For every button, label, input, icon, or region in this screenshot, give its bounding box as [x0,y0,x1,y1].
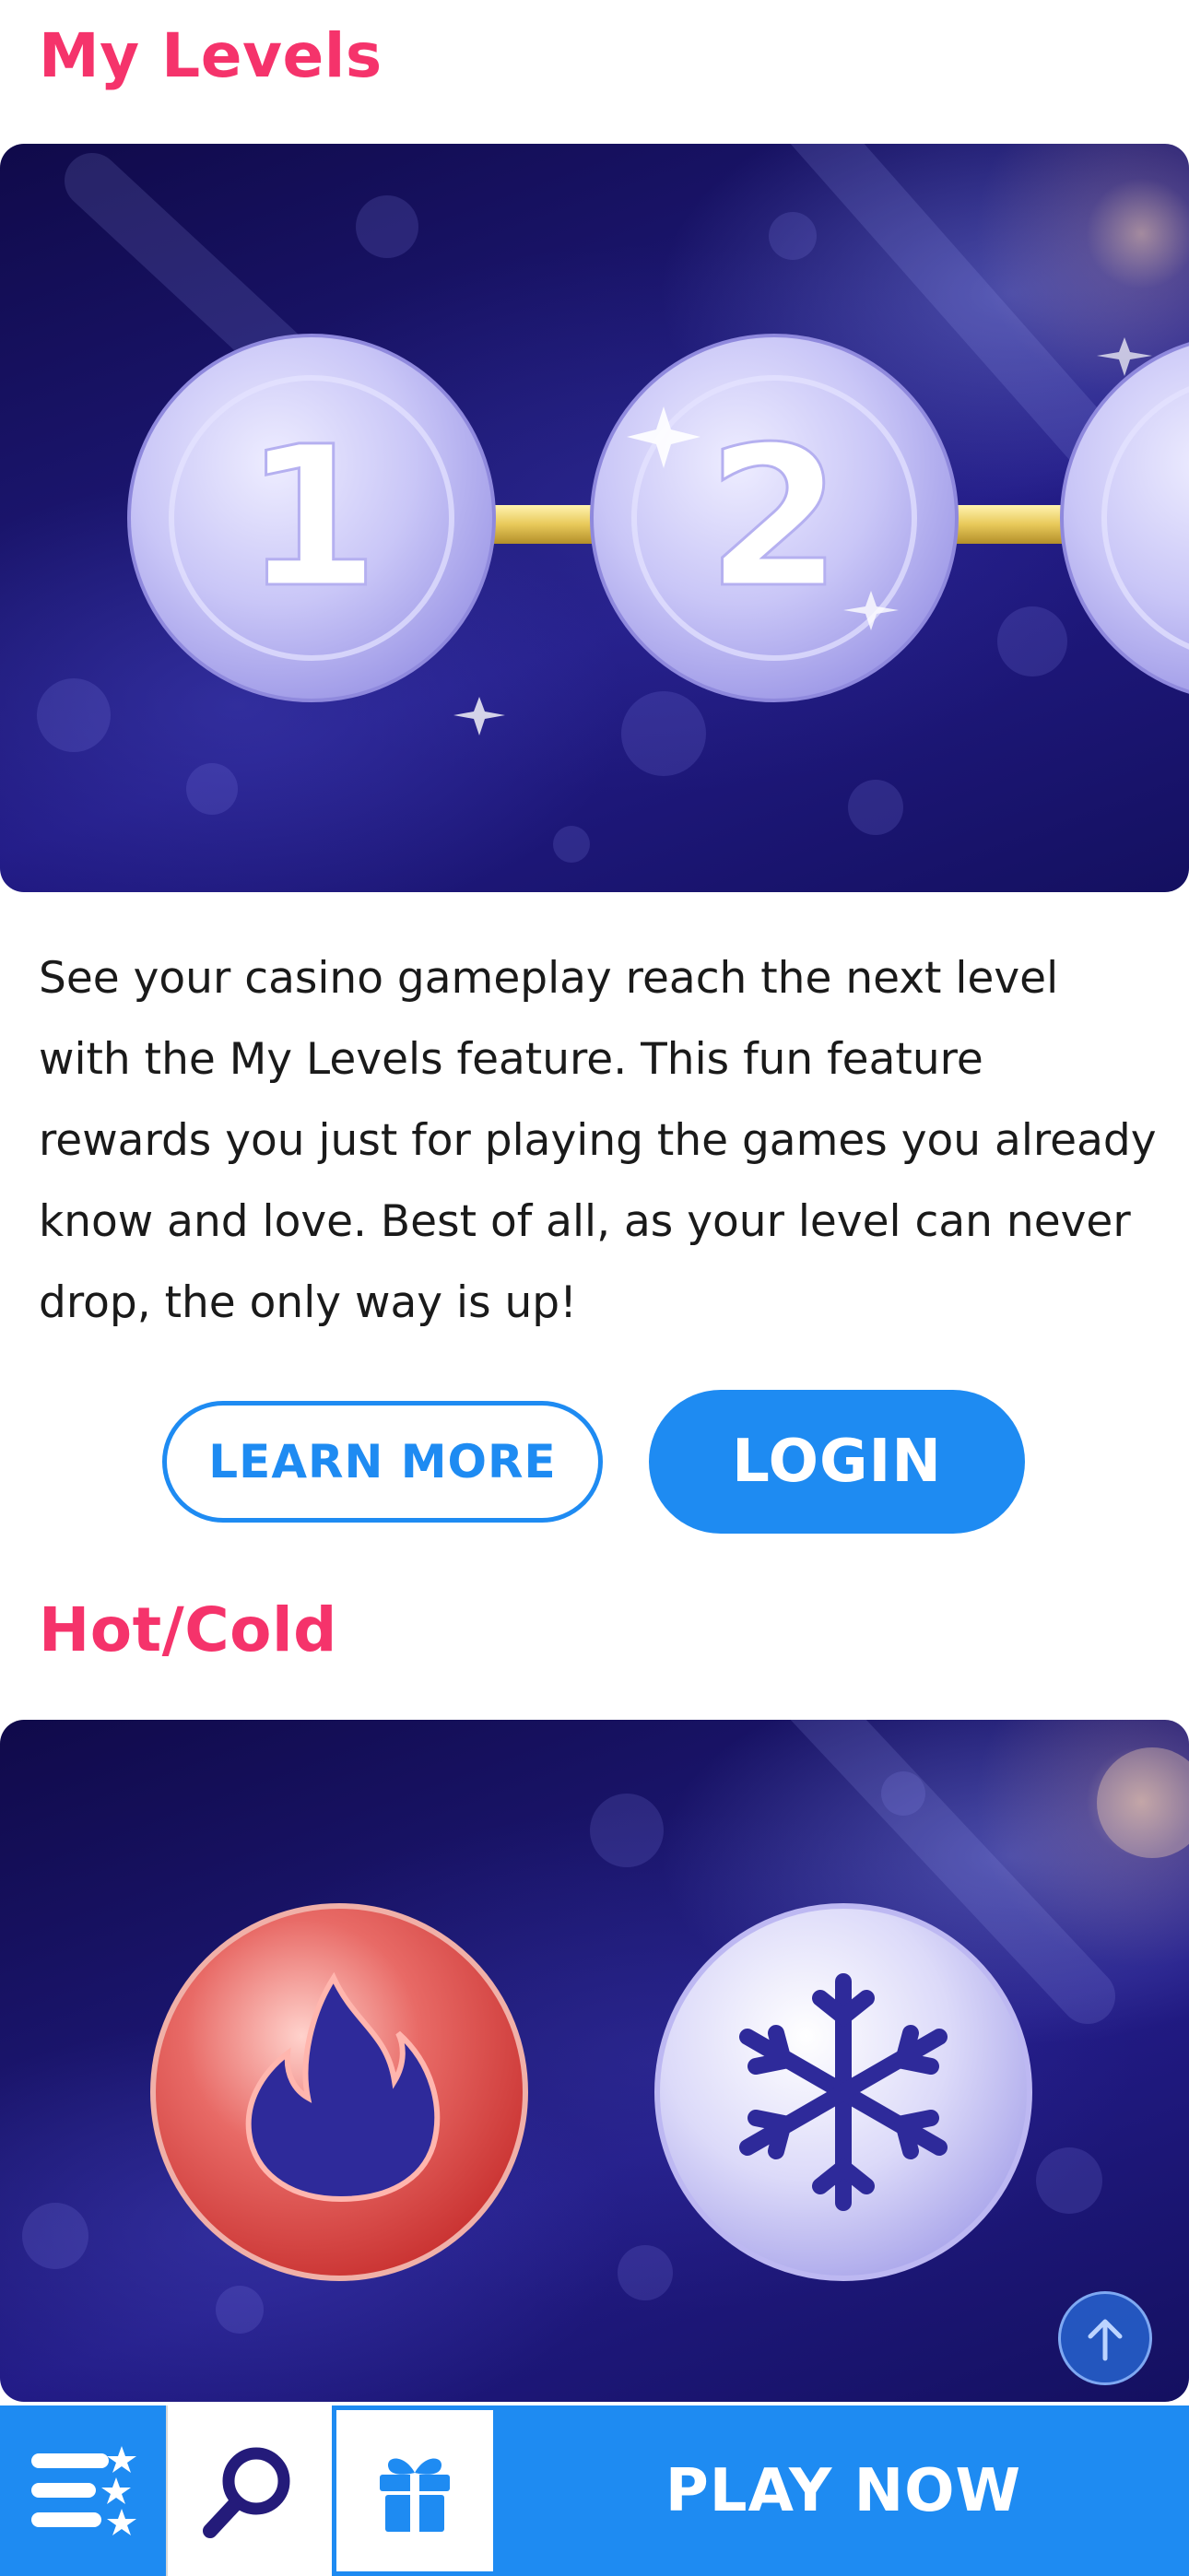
my-levels-banner: 1 2 [0,144,1189,892]
cold-chip [654,1903,1032,2281]
menu-stars-icon [31,2445,136,2535]
my-levels-title: My Levels [39,20,383,91]
level-connector [479,505,604,544]
menu-button[interactable] [0,2405,166,2576]
search-button[interactable] [166,2405,332,2576]
level-number-2: 2 [707,405,842,630]
level-chip-1: 1 [127,334,496,702]
my-levels-description: See your casino gameplay reach the next … [39,953,1157,1328]
hot-chip [150,1903,528,2281]
arrow-up-icon [1088,2319,1123,2361]
login-button[interactable]: LOGIN [649,1390,1025,1534]
gift-button[interactable] [332,2405,498,2576]
level-number-1: 1 [244,405,379,630]
scroll-to-top-button[interactable] [1058,2291,1152,2385]
hot-cold-banner [0,1720,1189,2402]
gift-icon [380,2458,450,2532]
level-chip-2: 2 [590,334,959,702]
play-now-button[interactable]: PLAY NOW [498,2405,1189,2576]
hot-cold-title: Hot/Cold [39,1594,337,1665]
learn-more-button[interactable]: LEARN MORE [162,1401,603,1523]
search-icon [203,2447,290,2538]
bottom-navigation-bar: PLAY NOW [0,2402,1189,2576]
